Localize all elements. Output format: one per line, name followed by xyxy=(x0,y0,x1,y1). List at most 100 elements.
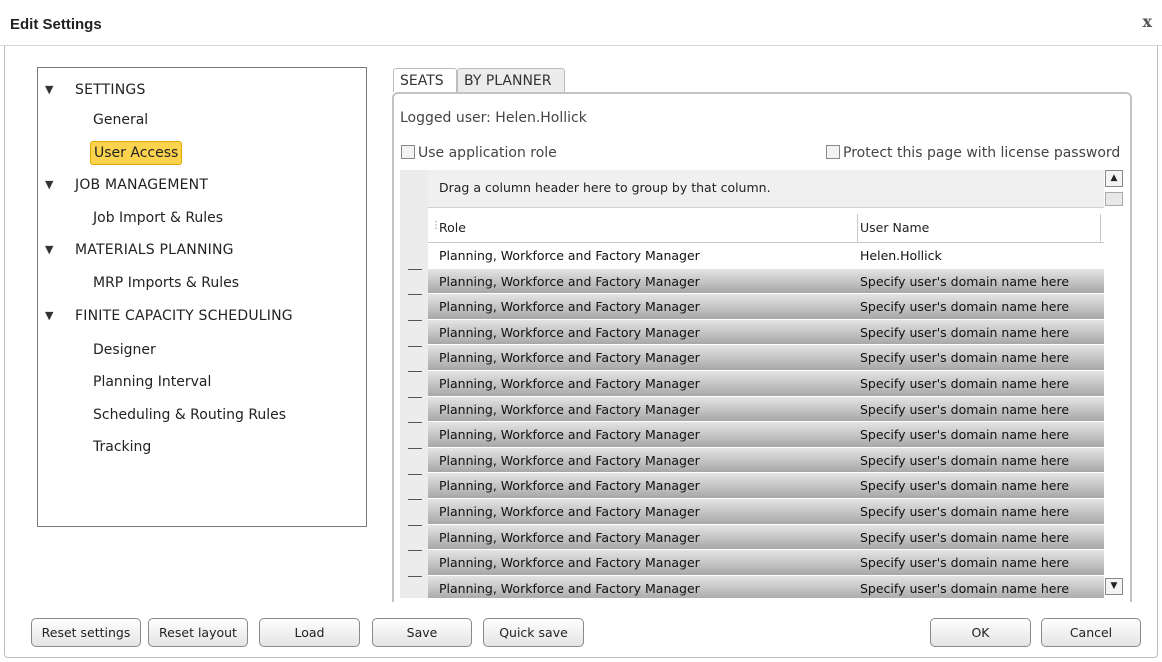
grid-header: ⋮ Role User Name xyxy=(428,214,1104,243)
cell-user-name[interactable]: Specify user's domain name here xyxy=(860,422,1069,447)
expand-arrow-icon[interactable]: ▼ xyxy=(45,76,53,104)
cell-user-name[interactable]: Specify user's domain name here xyxy=(860,269,1069,294)
column-header-role[interactable]: Role xyxy=(439,214,858,242)
row-marker xyxy=(408,371,422,372)
row-marker xyxy=(408,499,422,500)
cell-role[interactable]: Planning, Workforce and Factory Manager xyxy=(439,422,700,447)
scroll-down-icon[interactable]: ▼ xyxy=(1105,578,1123,595)
scroll-thumb[interactable] xyxy=(1105,192,1123,206)
expand-arrow-icon[interactable]: ▼ xyxy=(45,302,53,330)
tab-by-planner[interactable]: BY PLANNER xyxy=(457,68,565,92)
cell-role[interactable]: Planning, Workforce and Factory Manager xyxy=(439,243,700,268)
cell-user-name[interactable]: Specify user's domain name here xyxy=(860,473,1069,498)
table-row[interactable]: Planning, Workforce and Factory Manager S… xyxy=(428,294,1104,320)
row-marker xyxy=(408,422,422,423)
table-row[interactable]: Planning, Workforce and Factory Manager H… xyxy=(428,243,1104,269)
cell-user-name[interactable]: Helen.Hollick xyxy=(860,243,942,268)
cancel-button[interactable]: Cancel xyxy=(1041,618,1141,647)
tree-item-label: Planning Interval xyxy=(93,374,212,390)
tree-item-general[interactable]: General xyxy=(90,106,151,134)
cell-role[interactable]: Planning, Workforce and Factory Manager xyxy=(439,294,700,319)
row-marker xyxy=(408,320,422,321)
table-row[interactable]: Planning, Workforce and Factory Manager S… xyxy=(428,473,1104,499)
tree-item-planning-interval[interactable]: Planning Interval xyxy=(90,368,214,396)
table-row[interactable]: Planning, Workforce and Factory Manager S… xyxy=(428,422,1104,448)
table-row[interactable]: Planning, Workforce and Factory Manager S… xyxy=(428,447,1104,474)
use-application-role-checkbox[interactable]: Use application role xyxy=(401,145,557,161)
table-row[interactable]: Planning, Workforce and Factory Manager S… xyxy=(428,550,1104,576)
cell-user-name[interactable]: Specify user's domain name here xyxy=(860,499,1069,524)
settings-tree: ▼ SETTINGS General User Access ▼ JOB MAN… xyxy=(37,67,367,527)
logged-user-label: Logged user: Helen.Hollick xyxy=(400,110,587,126)
expand-arrow-icon[interactable]: ▼ xyxy=(45,236,53,264)
scroll-up-icon[interactable]: ▲ xyxy=(1105,170,1123,187)
row-marker xyxy=(408,346,422,347)
tree-item-label: Scheduling & Routing Rules xyxy=(93,407,287,423)
dialog-title: Edit Settings xyxy=(10,16,102,33)
vertical-scrollbar[interactable]: ▲ ▼ xyxy=(1104,170,1128,598)
checkbox-box[interactable] xyxy=(401,145,415,159)
cell-user-name[interactable]: Specify user's domain name here xyxy=(860,576,1069,598)
protect-page-checkbox[interactable]: Protect this page with license password xyxy=(826,145,1120,161)
tree-item-label: Designer xyxy=(93,342,156,358)
row-marker xyxy=(408,448,422,449)
cell-role[interactable]: Planning, Workforce and Factory Manager xyxy=(439,576,700,598)
table-row[interactable]: Planning, Workforce and Factory Manager S… xyxy=(428,319,1104,346)
cell-user-name[interactable]: Specify user's domain name here xyxy=(860,525,1069,550)
table-row[interactable]: Planning, Workforce and Factory Manager S… xyxy=(428,396,1104,423)
cell-role[interactable]: Planning, Workforce and Factory Manager xyxy=(439,448,700,473)
checkbox-label: Protect this page with license password xyxy=(843,145,1121,161)
tab-seats[interactable]: SEATS xyxy=(393,68,457,92)
save-button[interactable]: Save xyxy=(372,618,472,647)
cell-role[interactable]: Planning, Workforce and Factory Manager xyxy=(439,320,700,345)
group-by-panel[interactable]: Drag a column header here to group by th… xyxy=(428,170,1104,208)
checkbox-label: Use application role xyxy=(418,145,557,161)
row-marker xyxy=(408,294,422,295)
cell-role[interactable]: Planning, Workforce and Factory Manager xyxy=(439,269,700,294)
table-row[interactable]: Planning, Workforce and Factory Manager S… xyxy=(428,524,1104,551)
ok-button[interactable]: OK xyxy=(930,618,1031,647)
tree-item-tracking[interactable]: Tracking xyxy=(90,433,154,461)
load-button[interactable]: Load xyxy=(259,618,360,647)
reset-layout-button[interactable]: Reset layout xyxy=(148,618,248,647)
row-marker xyxy=(408,474,422,475)
table-row[interactable]: Planning, Workforce and Factory Manager S… xyxy=(428,345,1104,371)
cell-user-name[interactable]: Specify user's domain name here xyxy=(860,448,1069,473)
column-header-user-name[interactable]: User Name xyxy=(860,214,1101,242)
cell-user-name[interactable]: Specify user's domain name here xyxy=(860,320,1069,345)
cell-role[interactable]: Planning, Workforce and Factory Manager xyxy=(439,499,700,524)
cell-user-name[interactable]: Specify user's domain name here xyxy=(860,345,1069,370)
table-row[interactable]: Planning, Workforce and Factory Manager S… xyxy=(428,498,1104,525)
table-row[interactable]: Planning, Workforce and Factory Manager S… xyxy=(428,268,1104,295)
cell-role[interactable]: Planning, Workforce and Factory Manager xyxy=(439,525,700,550)
cell-role[interactable]: Planning, Workforce and Factory Manager xyxy=(439,550,700,575)
cell-user-name[interactable]: Specify user's domain name here xyxy=(860,294,1069,319)
tree-item-job-import-rules[interactable]: Job Import & Rules xyxy=(90,204,226,232)
close-icon[interactable]: x xyxy=(1142,12,1152,31)
tree-item-mrp-imports-rules[interactable]: MRP Imports & Rules xyxy=(90,269,242,297)
tree-item-user-access[interactable]: User Access xyxy=(90,138,183,166)
tree-item-label: General xyxy=(93,112,149,128)
quick-save-button[interactable]: Quick save xyxy=(483,618,584,647)
tree-category-label: SETTINGS xyxy=(75,82,146,98)
table-row[interactable]: Planning, Workforce and Factory Manager S… xyxy=(428,575,1104,598)
cell-role[interactable]: Planning, Workforce and Factory Manager xyxy=(439,397,700,422)
tree-item-scheduling-routing-rules[interactable]: Scheduling & Routing Rules xyxy=(90,401,289,429)
tree-item-designer[interactable]: Designer xyxy=(90,336,159,364)
table-row[interactable]: Planning, Workforce and Factory Manager S… xyxy=(428,370,1104,397)
title-bar: Edit Settings x xyxy=(0,0,1162,46)
cell-user-name[interactable]: Specify user's domain name here xyxy=(860,550,1069,575)
cell-user-name[interactable]: Specify user's domain name here xyxy=(860,397,1069,422)
checkbox-box[interactable] xyxy=(826,145,840,159)
edit-settings-dialog: Edit Settings x ▼ SETTINGS General User … xyxy=(0,0,1162,662)
cell-role[interactable]: Planning, Workforce and Factory Manager xyxy=(439,345,700,370)
row-marker xyxy=(408,397,422,398)
tree-item-label: MRP Imports & Rules xyxy=(93,275,240,291)
expand-arrow-icon[interactable]: ▼ xyxy=(45,171,53,199)
seats-grid: Drag a column header here to group by th… xyxy=(400,170,1128,598)
cell-user-name[interactable]: Specify user's domain name here xyxy=(860,371,1069,396)
reset-settings-button[interactable]: Reset settings xyxy=(31,618,141,647)
cell-role[interactable]: Planning, Workforce and Factory Manager xyxy=(439,473,700,498)
grid-rows: Planning, Workforce and Factory Manager H… xyxy=(428,243,1104,598)
cell-role[interactable]: Planning, Workforce and Factory Manager xyxy=(439,371,700,396)
